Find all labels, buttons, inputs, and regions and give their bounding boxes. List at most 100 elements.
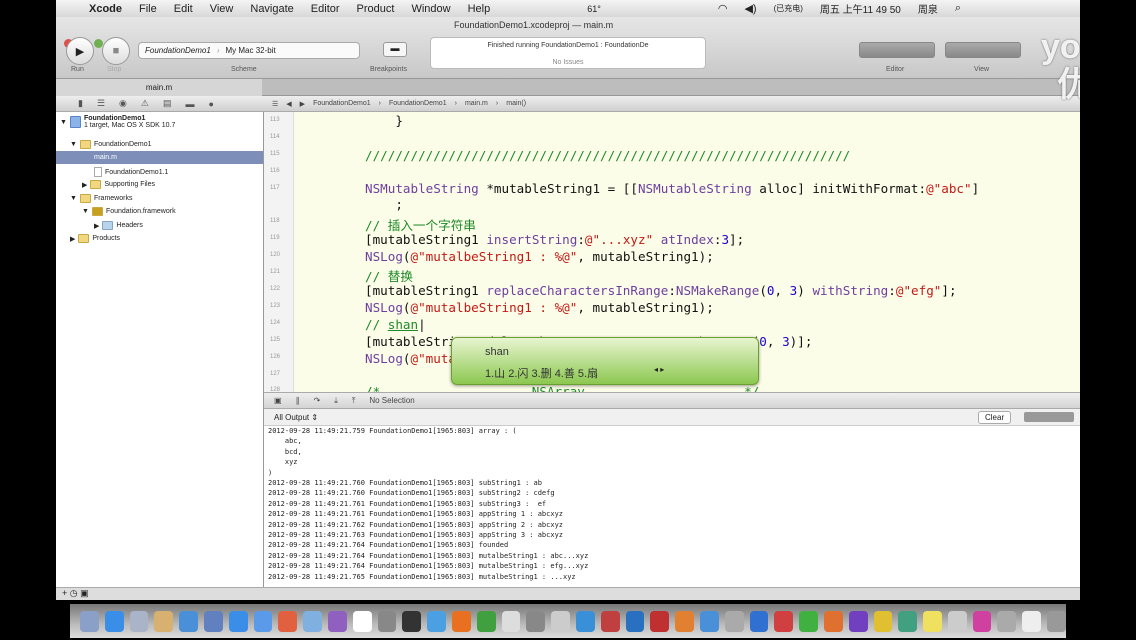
dock-app-icon[interactable] — [848, 610, 868, 632]
dock-app-icon[interactable] — [699, 610, 719, 632]
menu-edit[interactable]: Edit — [174, 3, 193, 15]
battery-status[interactable]: (已充电) — [774, 3, 803, 14]
dock-app-icon[interactable] — [575, 610, 595, 632]
dock-app-icon[interactable] — [526, 610, 546, 632]
dock-app-icon[interactable] — [377, 610, 397, 632]
dock-app-icon[interactable] — [1047, 610, 1066, 632]
dock-app-icon[interactable] — [327, 610, 347, 632]
console-output[interactable]: 2012-09-28 11:49:21.759 FoundationDemo1[… — [264, 426, 1080, 587]
run-button[interactable]: ▶ — [66, 37, 94, 65]
tree-group-supporting-files[interactable]: ▶ Supporting Files — [82, 180, 155, 189]
dock-app-icon[interactable] — [129, 610, 149, 632]
menu-product[interactable]: Product — [357, 3, 395, 15]
output-filter-select[interactable]: All Output ⇕ — [274, 413, 318, 422]
dock-app-icon[interactable] — [451, 610, 471, 632]
scheme-selector[interactable]: FoundationDemo1 › My Mac 32-bit — [138, 42, 360, 59]
spotlight-icon[interactable]: ⌕ — [955, 2, 961, 15]
pause-icon[interactable]: ∥ — [296, 396, 300, 405]
hide-debug-area-icon[interactable]: ▣ — [274, 396, 282, 405]
issue-navigator-icon[interactable]: ⚠ — [141, 98, 149, 109]
menu-view[interactable]: View — [210, 3, 234, 15]
dock-app-icon[interactable] — [724, 610, 744, 632]
tree-file-foundationdemo1-1[interactable]: FoundationDemo1.1 — [94, 167, 168, 177]
stop-button[interactable]: ■ — [102, 37, 130, 65]
dock-app-icon[interactable] — [600, 610, 620, 632]
dock-app-icon[interactable] — [80, 610, 99, 632]
clear-button[interactable]: Clear — [978, 411, 1012, 424]
tree-headers[interactable]: ▶ Headers — [94, 221, 143, 230]
user-name[interactable]: 周泉 — [918, 1, 938, 16]
dock-app-icon[interactable] — [650, 610, 670, 632]
dock-app-icon[interactable] — [947, 610, 967, 632]
dock-app-icon[interactable] — [402, 610, 422, 632]
dock-app-icon[interactable] — [352, 610, 372, 632]
back-button[interactable]: ◀ — [286, 100, 291, 108]
dock-app-icon[interactable] — [774, 610, 794, 632]
symbol-navigator-icon[interactable]: ☰ — [97, 98, 105, 109]
dock-app-icon[interactable] — [625, 610, 645, 632]
menu-editor[interactable]: Editor — [311, 3, 340, 15]
dock-app-icon[interactable] — [972, 610, 992, 632]
menu-xcode[interactable]: Xcode — [89, 3, 122, 15]
add-icon[interactable]: + ◷ ▣ — [62, 588, 89, 599]
dock-app-icon[interactable] — [898, 610, 918, 632]
dock-app-icon[interactable] — [997, 610, 1017, 632]
console-line: 2012-09-28 11:49:21.761 FoundationDemo1[… — [268, 510, 564, 519]
dock-app-icon[interactable] — [278, 610, 298, 632]
dock-app-icon[interactable] — [749, 610, 769, 632]
screen: Xcode File Edit View Navigate Editor Pro… — [56, 0, 1080, 600]
dock-app-icon[interactable] — [551, 610, 570, 632]
jump-file[interactable]: main.m — [465, 100, 488, 107]
menu-file[interactable]: File — [139, 3, 157, 15]
dock-app-icon[interactable] — [104, 610, 124, 632]
step-over-icon[interactable]: ↷ — [314, 396, 321, 405]
project-navigator-icon[interactable]: ▮ — [78, 98, 83, 109]
editor-mode-segment[interactable] — [859, 42, 935, 58]
dock-app-icon[interactable] — [799, 610, 818, 632]
dock-app-icon[interactable] — [253, 610, 273, 632]
breakpoint-navigator-icon[interactable]: ▬ — [185, 99, 194, 109]
tree-file-main-m[interactable]: main.m — [56, 151, 263, 164]
dock-app-icon[interactable] — [501, 610, 521, 632]
dock-app-icon[interactable] — [179, 610, 198, 632]
search-navigator-icon[interactable]: ◉ — [119, 98, 127, 109]
dock-app-icon[interactable] — [823, 610, 843, 632]
related-files-icon[interactable]: ☰ — [272, 100, 278, 108]
ime-page-arrows-icon[interactable]: ◂ ▸ — [654, 365, 664, 374]
debug-navigator-icon[interactable]: ▤ — [163, 98, 172, 109]
menu-window[interactable]: Window — [411, 3, 450, 15]
dock-app-icon[interactable] — [203, 610, 223, 632]
dock-app-icon[interactable] — [228, 610, 248, 632]
step-out-icon[interactable]: ⤒ — [352, 396, 356, 406]
tree-group-products[interactable]: ▶ Products — [70, 234, 120, 243]
clock[interactable]: 周五 上午11 49 50 — [820, 1, 901, 16]
jump-project[interactable]: FoundationDemo1 — [313, 100, 371, 107]
forward-button[interactable]: ▶ — [300, 100, 305, 108]
volume-icon[interactable]: ◀) — [744, 2, 756, 15]
breakpoints-button[interactable]: ▬ — [383, 42, 407, 57]
tab-main-m[interactable]: main.m — [56, 79, 262, 96]
jump-symbol[interactable]: main() — [506, 100, 526, 107]
dock-app-icon[interactable] — [303, 610, 322, 632]
dock-app-icon[interactable] — [154, 610, 174, 632]
tree-project[interactable]: ▼ FoundationDemo1 1 target, Mac OS X SDK 1… — [60, 115, 175, 129]
dock-app-icon[interactable] — [873, 610, 893, 632]
dock-app-icon[interactable] — [1022, 610, 1042, 632]
view-segment[interactable] — [945, 42, 1021, 58]
log-navigator-icon[interactable]: ● — [208, 99, 213, 109]
dock-app-icon[interactable] — [675, 610, 694, 632]
tree-group-foundationdemo1[interactable]: ▼ FoundationDemo1 — [70, 140, 152, 149]
wifi-icon[interactable]: ◠ — [718, 2, 728, 15]
menu-navigate[interactable]: Navigate — [250, 3, 293, 15]
tree-foundation-framework[interactable]: ▼ Foundation.framework — [82, 207, 176, 216]
console-layout-segment[interactable] — [1024, 412, 1074, 422]
dock-app-icon[interactable] — [476, 610, 496, 632]
framework-icon — [91, 207, 103, 216]
dock-app-icon[interactable] — [427, 610, 446, 632]
menu-help[interactable]: Help — [468, 3, 491, 15]
jump-group[interactable]: FoundationDemo1 — [389, 100, 447, 107]
step-into-icon[interactable]: ⤓ — [334, 396, 338, 406]
ime-candidates[interactable]: 1.山 2.闪 3.删 4.善 5.扇 — [485, 365, 598, 381]
tree-group-frameworks[interactable]: ▼ Frameworks — [70, 194, 132, 203]
dock-app-icon[interactable] — [923, 610, 942, 632]
